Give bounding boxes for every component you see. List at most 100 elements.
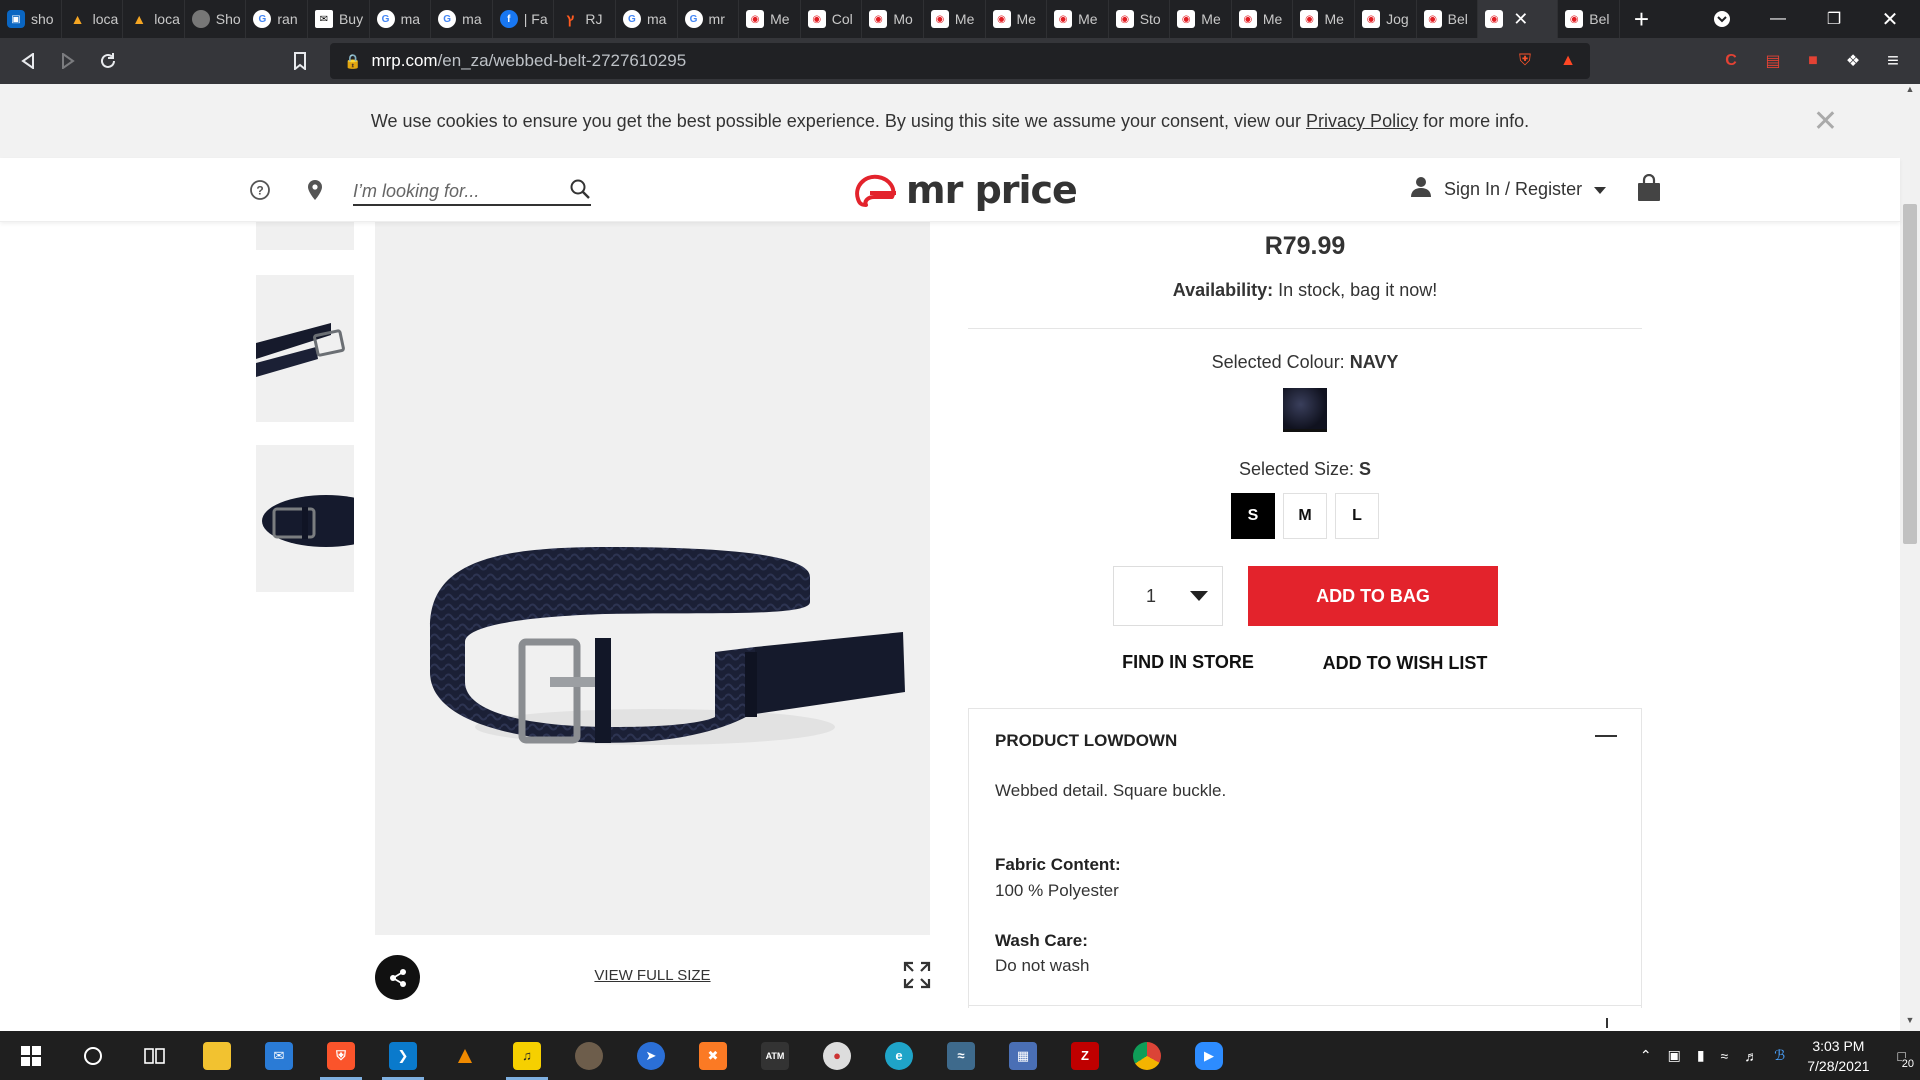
size-option-m[interactable]: M bbox=[1283, 493, 1327, 539]
collapse-minus-icon[interactable] bbox=[1595, 735, 1617, 737]
scroll-up-icon[interactable]: ▲ bbox=[1900, 84, 1920, 100]
clock[interactable]: 3:03 PM 7/28/2021 bbox=[1793, 1036, 1883, 1076]
browser-tab[interactable]: ◉ Me bbox=[924, 0, 986, 38]
size-option-l[interactable]: L bbox=[1335, 493, 1379, 539]
product-thumbnail[interactable] bbox=[256, 445, 354, 592]
add-to-wishlist-link[interactable]: ADD TO WISH LIST bbox=[1310, 653, 1500, 674]
browser-tab[interactable]: ◉ Col bbox=[801, 0, 863, 38]
browser-tab[interactable]: ◉ Bel bbox=[1558, 0, 1620, 38]
cortana-search-icon[interactable] bbox=[62, 1031, 124, 1080]
tray-chevron-up-icon[interactable]: ⌃ bbox=[1632, 1047, 1660, 1064]
help-icon[interactable]: ? bbox=[248, 178, 272, 202]
brave-shields-icon[interactable]: ⛨ bbox=[1510, 46, 1540, 76]
expand-icon[interactable] bbox=[902, 960, 932, 990]
find-in-store-link[interactable]: FIND IN STORE bbox=[1108, 652, 1268, 673]
quantity-select[interactable]: 1 bbox=[1113, 566, 1223, 626]
battery-icon[interactable]: ▮ bbox=[1689, 1047, 1713, 1064]
search-icon[interactable] bbox=[569, 178, 591, 205]
reload-icon[interactable] bbox=[88, 41, 128, 81]
browser-tab[interactable]: ◉ ✕ bbox=[1478, 0, 1559, 38]
expand-plus-icon[interactable] bbox=[1600, 1018, 1614, 1028]
browser-tab[interactable]: Gran bbox=[246, 0, 308, 38]
filezilla-icon[interactable]: Z bbox=[1054, 1031, 1116, 1080]
close-window-icon[interactable]: ✕ bbox=[1862, 0, 1918, 38]
browser-menu-icon[interactable]: ≡ bbox=[1878, 46, 1908, 76]
browser-tab[interactable]: Gma bbox=[616, 0, 678, 38]
browser-tab[interactable]: ◉ Me bbox=[1293, 0, 1356, 38]
close-icon[interactable]: ✕ bbox=[1813, 104, 1838, 139]
paint-palette-icon[interactable]: ● bbox=[806, 1031, 868, 1080]
browser-tab[interactable]: ◉ Me bbox=[1232, 0, 1294, 38]
file-explorer-icon[interactable] bbox=[186, 1031, 248, 1080]
mail-icon[interactable]: ✉ bbox=[248, 1031, 310, 1080]
minimize-icon[interactable]: — bbox=[1750, 0, 1806, 38]
browser-tab[interactable]: ▲ loca bbox=[62, 0, 124, 38]
product-thumbnail[interactable] bbox=[256, 275, 354, 422]
app-icon-dark[interactable]: ATM bbox=[744, 1031, 806, 1080]
product-main-image[interactable] bbox=[375, 222, 930, 935]
sign-in-register-link[interactable]: Sign In / Register bbox=[1444, 179, 1582, 200]
vlc-icon[interactable]: ▲ bbox=[434, 1031, 496, 1080]
page-scrollbar[interactable]: ▲ ▼ bbox=[1900, 84, 1920, 1031]
browser-tab[interactable]: ץ RJ bbox=[554, 0, 616, 38]
gimp-icon[interactable] bbox=[558, 1031, 620, 1080]
search-box[interactable] bbox=[353, 178, 591, 206]
view-full-size-link[interactable]: VIEW FULL SIZE bbox=[575, 967, 730, 984]
restore-icon[interactable]: ❐ bbox=[1806, 0, 1862, 38]
browser-tab[interactable]: ◉ Me bbox=[1047, 0, 1109, 38]
browser-tab[interactable]: ◉ Me bbox=[1170, 0, 1232, 38]
browser-tab[interactable]: ◉ Me bbox=[986, 0, 1048, 38]
browser-tab[interactable]: Gma bbox=[370, 0, 432, 38]
colour-swatch-navy[interactable] bbox=[1283, 388, 1327, 432]
add-to-bag-button[interactable]: ADD TO BAG bbox=[1248, 566, 1498, 626]
browser-tab[interactable]: Gma bbox=[431, 0, 493, 38]
edge-icon[interactable]: e bbox=[868, 1031, 930, 1080]
brave-rewards-icon[interactable]: ▲ bbox=[1553, 46, 1583, 76]
browser-tab[interactable]: ◉ Jog bbox=[1355, 0, 1417, 38]
xampp-icon[interactable]: ✖ bbox=[682, 1031, 744, 1080]
red-extension-icon[interactable]: ■ bbox=[1798, 46, 1828, 76]
privacy-policy-link[interactable]: Privacy Policy bbox=[1306, 111, 1418, 132]
network-app-icon[interactable]: ▦ bbox=[992, 1031, 1054, 1080]
browser-tab[interactable]: f | Fa bbox=[493, 0, 555, 38]
lowdown-title[interactable]: PRODUCT LOWDOWN bbox=[995, 731, 1177, 751]
extension-c-icon[interactable]: C bbox=[1716, 46, 1746, 76]
zoom-icon[interactable]: ▶ bbox=[1178, 1031, 1240, 1080]
extensions-puzzle-icon[interactable]: ❖ bbox=[1838, 46, 1868, 76]
todo-extension-icon[interactable]: ▤ bbox=[1758, 46, 1788, 76]
back-icon[interactable] bbox=[8, 41, 48, 81]
browser-tab[interactable]: ▲ loca bbox=[123, 0, 185, 38]
start-windows-icon[interactable] bbox=[0, 1031, 62, 1080]
brave-browser-icon[interactable]: ⛨ bbox=[310, 1031, 372, 1080]
mysql-workbench-icon[interactable]: ≈ bbox=[930, 1031, 992, 1080]
browser-tab[interactable]: ▣ sho bbox=[0, 0, 62, 38]
bookmark-icon[interactable] bbox=[280, 41, 320, 81]
shopping-bag-icon[interactable] bbox=[1636, 173, 1662, 202]
tab-close-icon[interactable]: ✕ bbox=[1513, 9, 1528, 30]
account-menu[interactable]: Sign In / Register bbox=[1410, 176, 1607, 203]
search-input[interactable] bbox=[353, 180, 553, 202]
mr-price-logo[interactable]: mr price bbox=[852, 168, 1078, 212]
browser-tab[interactable]: ✉ Buy bbox=[308, 0, 370, 38]
product-thumbnail[interactable] bbox=[256, 222, 354, 250]
browser-tab[interactable]: ◉ Me bbox=[739, 0, 801, 38]
address-bar[interactable]: 🔒 mrp.com/en_za/webbed-belt-2727610295 bbox=[330, 43, 1590, 79]
browser-tab[interactable]: ◉ Sto bbox=[1109, 0, 1171, 38]
safari-compass-icon[interactable]: ➤ bbox=[620, 1031, 682, 1080]
browser-tab[interactable]: Gmr bbox=[678, 0, 740, 38]
browser-tab[interactable]: ◉ Bel bbox=[1417, 0, 1479, 38]
browser-tab[interactable]: ◉ Mo bbox=[862, 0, 924, 38]
new-tab-icon[interactable]: + bbox=[1620, 4, 1663, 35]
share-button[interactable] bbox=[375, 955, 420, 1000]
scroll-down-icon[interactable]: ▼ bbox=[1900, 1015, 1920, 1031]
bluetooth-icon[interactable]: ℬ bbox=[1766, 1047, 1793, 1064]
volume-icon[interactable]: ♬ bbox=[1736, 1048, 1766, 1064]
task-view-icon[interactable] bbox=[124, 1031, 186, 1080]
vscode-icon[interactable]: ❯ bbox=[372, 1031, 434, 1080]
wifi-icon[interactable]: ≈ bbox=[1713, 1048, 1737, 1064]
size-option-s[interactable]: S bbox=[1231, 493, 1275, 539]
notification-center-icon[interactable]: □ 20 bbox=[1884, 1048, 1920, 1070]
scroll-thumb[interactable] bbox=[1903, 204, 1917, 544]
browser-tab[interactable]: Sho bbox=[185, 0, 247, 38]
location-pin-icon[interactable] bbox=[303, 178, 327, 202]
